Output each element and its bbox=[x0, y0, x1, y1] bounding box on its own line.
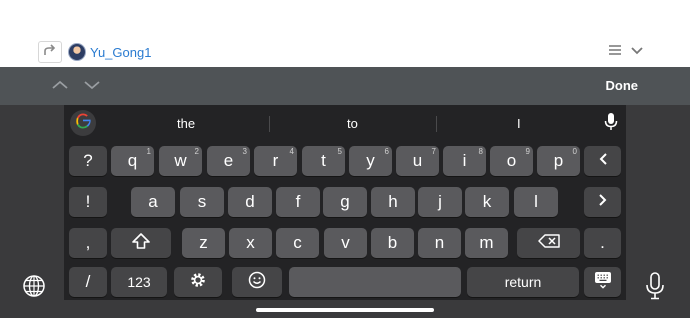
menu-icon[interactable] bbox=[608, 43, 622, 61]
key-period[interactable]: . bbox=[584, 228, 621, 258]
key-x[interactable]: x bbox=[229, 228, 272, 258]
key-hint: 3 bbox=[242, 147, 247, 156]
shift-key[interactable] bbox=[111, 228, 171, 258]
key-y[interactable]: y6 bbox=[349, 146, 392, 176]
numbers-key[interactable]: 123 bbox=[111, 267, 167, 297]
gear-icon bbox=[189, 271, 207, 294]
suggestion-1[interactable]: the bbox=[177, 116, 195, 131]
dictation-mic-icon[interactable] bbox=[645, 272, 665, 305]
key-m[interactable]: m bbox=[465, 228, 508, 258]
key-hint: 6 bbox=[384, 147, 389, 156]
key-e[interactable]: e3 bbox=[207, 146, 250, 176]
key-label: y bbox=[366, 151, 375, 170]
key-b[interactable]: b bbox=[371, 228, 414, 258]
suggestion-divider bbox=[269, 116, 270, 132]
key-q[interactable]: q1 bbox=[111, 146, 154, 176]
key-slash[interactable]: / bbox=[69, 267, 107, 297]
key-hint: 4 bbox=[289, 147, 294, 156]
key-z[interactable]: z bbox=[182, 228, 225, 258]
left-arrow-key[interactable] bbox=[584, 146, 621, 176]
emoji-icon bbox=[248, 271, 266, 294]
suggestion-3[interactable]: I bbox=[517, 116, 521, 131]
key-label: o bbox=[506, 151, 517, 170]
key-label: e bbox=[223, 151, 234, 170]
chevron-down-icon bbox=[83, 77, 101, 95]
key-t[interactable]: t5 bbox=[302, 146, 345, 176]
key-h[interactable]: h bbox=[371, 187, 415, 217]
settings-key[interactable] bbox=[174, 267, 222, 297]
key-label: u bbox=[412, 151, 423, 170]
shift-icon bbox=[132, 232, 150, 254]
home-indicator[interactable] bbox=[256, 308, 434, 312]
emoji-key[interactable] bbox=[232, 267, 282, 297]
key-w[interactable]: w2 bbox=[159, 146, 202, 176]
key-hint: 7 bbox=[431, 147, 436, 156]
share-button[interactable] bbox=[38, 41, 62, 63]
key-label: w bbox=[174, 151, 187, 170]
user-avatar[interactable] bbox=[68, 43, 86, 61]
key-hint: 5 bbox=[337, 147, 342, 156]
key-hint: 1 bbox=[146, 147, 151, 156]
delete-key[interactable] bbox=[517, 228, 580, 258]
key-s[interactable]: s bbox=[180, 187, 224, 217]
key-k[interactable]: k bbox=[465, 187, 509, 217]
backspace-icon bbox=[537, 233, 560, 253]
key-d[interactable]: d bbox=[228, 187, 272, 217]
page-top-area bbox=[0, 0, 690, 38]
username-link[interactable]: Yu_Gong1 bbox=[90, 45, 151, 60]
suggestion-strip: the to I bbox=[64, 106, 626, 142]
key-question[interactable]: ? bbox=[69, 146, 107, 176]
key-f[interactable]: f bbox=[276, 187, 320, 217]
keyboard-accessory-bar: Done bbox=[0, 67, 690, 105]
google-logo-button[interactable] bbox=[70, 110, 96, 136]
key-label: q bbox=[127, 151, 138, 170]
chevron-right-icon bbox=[598, 192, 608, 212]
right-arrow-key[interactable] bbox=[584, 187, 621, 217]
previous-field-button[interactable] bbox=[44, 67, 76, 105]
key-label: r bbox=[272, 151, 279, 170]
key-label: i bbox=[462, 151, 467, 170]
key-hint: 9 bbox=[525, 147, 530, 156]
key-label: t bbox=[321, 151, 326, 170]
key-c[interactable]: c bbox=[276, 228, 319, 258]
google-g-icon bbox=[74, 112, 92, 135]
chevron-up-icon bbox=[51, 77, 69, 95]
key-g[interactable]: g bbox=[323, 187, 367, 217]
hide-keyboard-key[interactable] bbox=[584, 267, 621, 297]
key-hint: 8 bbox=[478, 147, 483, 156]
key-o[interactable]: o9 bbox=[490, 146, 533, 176]
suggestion-2[interactable]: to bbox=[347, 116, 358, 131]
globe-icon[interactable] bbox=[22, 274, 46, 303]
key-l[interactable]: l bbox=[514, 187, 558, 217]
key-hint: 2 bbox=[194, 147, 199, 156]
key-a[interactable]: a bbox=[131, 187, 175, 217]
key-v[interactable]: v bbox=[324, 228, 367, 258]
return-key[interactable]: return bbox=[467, 267, 579, 297]
keyboard-dismiss-icon bbox=[594, 271, 612, 294]
key-hint: 0 bbox=[572, 147, 577, 156]
chevron-down-icon[interactable] bbox=[630, 43, 644, 61]
key-u[interactable]: u7 bbox=[396, 146, 439, 176]
voice-input-icon[interactable] bbox=[604, 112, 618, 137]
key-comma[interactable]: , bbox=[69, 228, 107, 258]
space-bar[interactable] bbox=[289, 267, 461, 297]
key-p[interactable]: p0 bbox=[537, 146, 580, 176]
done-button[interactable]: Done bbox=[606, 78, 639, 93]
key-r[interactable]: r4 bbox=[254, 146, 297, 176]
suggestion-divider bbox=[436, 116, 437, 132]
chevron-left-icon bbox=[598, 151, 608, 171]
key-i[interactable]: i8 bbox=[443, 146, 486, 176]
key-exclamation[interactable]: ! bbox=[69, 187, 107, 217]
key-j[interactable]: j bbox=[418, 187, 462, 217]
key-n[interactable]: n bbox=[418, 228, 461, 258]
key-label: p bbox=[553, 151, 564, 170]
share-arrow-icon bbox=[43, 43, 57, 61]
next-field-button[interactable] bbox=[76, 67, 108, 105]
post-header-row: Yu_Gong1 bbox=[36, 38, 650, 66]
